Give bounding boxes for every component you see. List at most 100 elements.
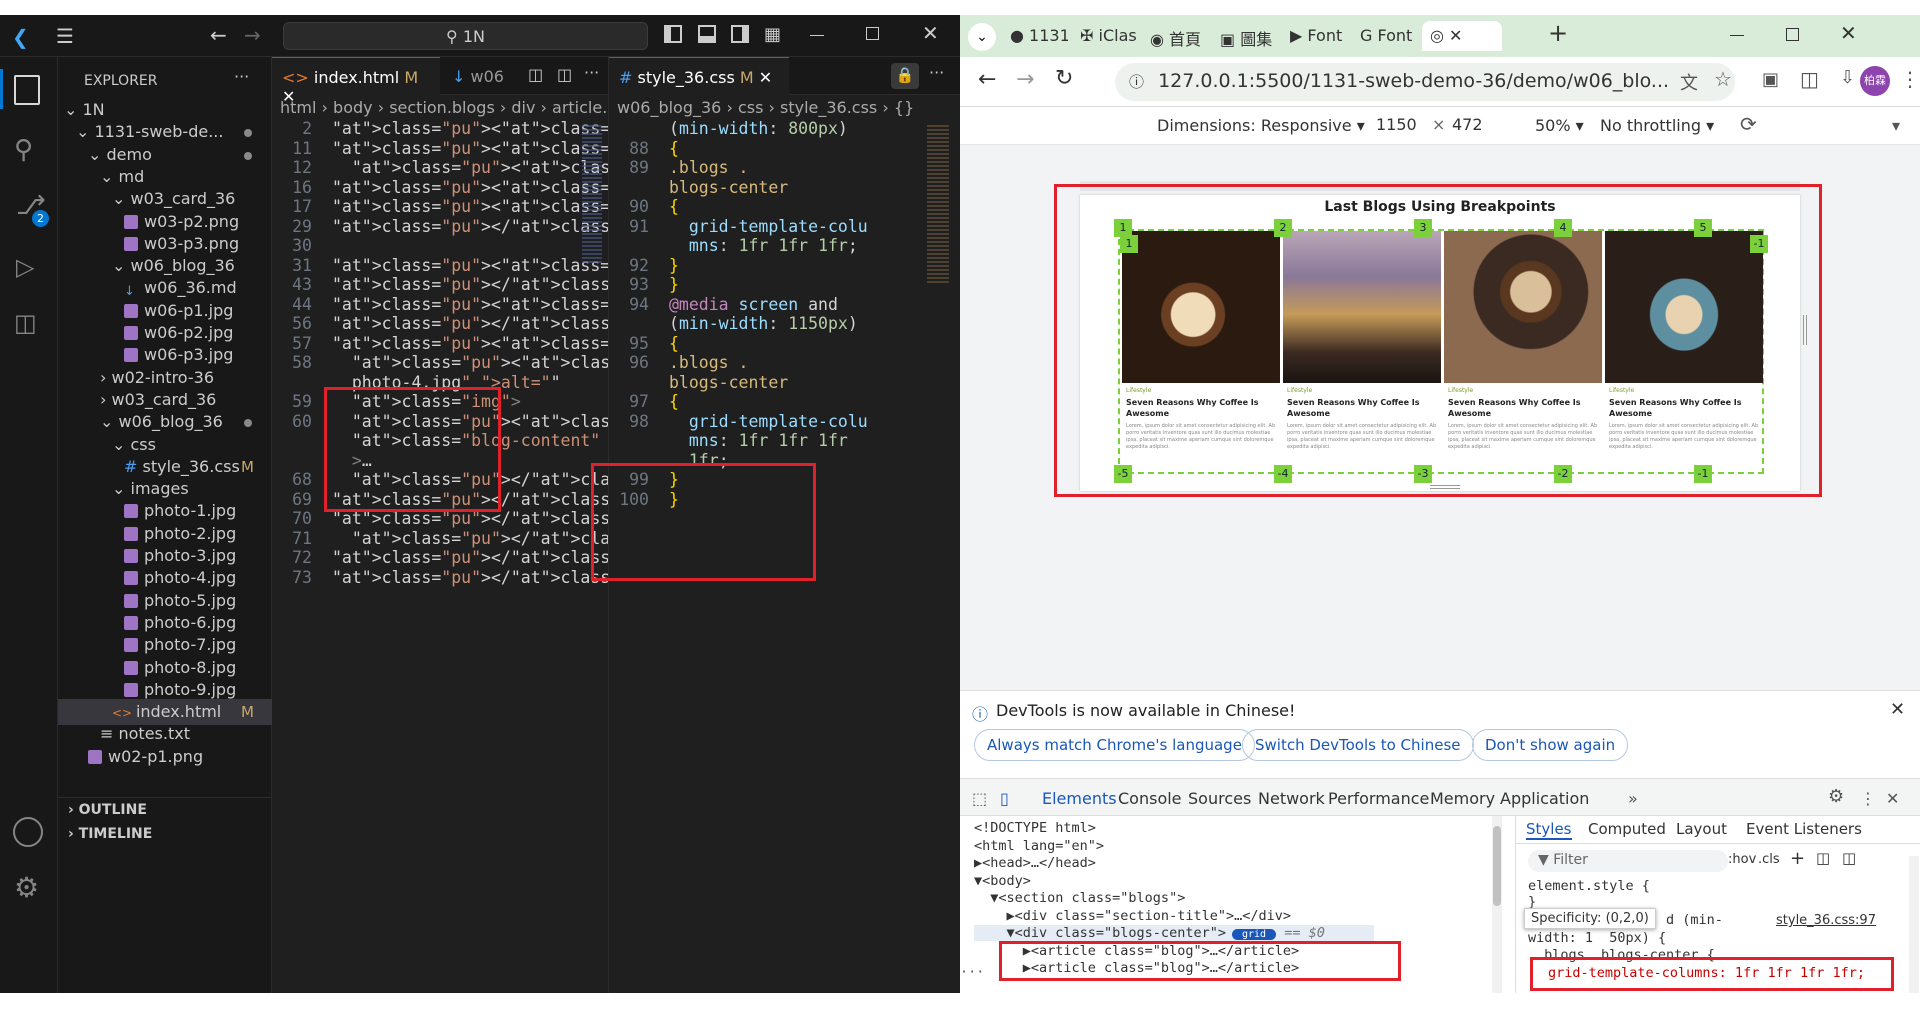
split-layout-icon[interactable]: ◫ xyxy=(557,65,572,84)
chrome-tab[interactable]: ▶ Font xyxy=(1282,21,1348,51)
chrome-tab[interactable]: ◎ ✕ xyxy=(1422,21,1502,51)
devtools-tab-network[interactable]: Network xyxy=(1258,789,1325,808)
close-notice-icon[interactable]: ✕ xyxy=(1890,699,1905,720)
width-input[interactable]: 1150 xyxy=(1372,112,1426,138)
more-options-icon[interactable]: ▾ xyxy=(1892,116,1900,135)
dom-node[interactable]: ▶<div class="section-title">…</div> xyxy=(974,908,1291,924)
breadcrumb-item[interactable]: html xyxy=(280,98,316,117)
minimap[interactable] xyxy=(582,125,602,265)
dom-node[interactable]: <html lang="en"> xyxy=(974,838,1104,854)
code-line[interactable]: mns: 1fr 1fr 1fr; xyxy=(669,236,858,255)
devtools-tab-console[interactable]: Console xyxy=(1118,789,1182,808)
extensions-icon[interactable]: ◫ xyxy=(1800,67,1819,91)
sidebar-toggle-icon[interactable]: ◫ xyxy=(1842,849,1856,867)
more-tabs-icon[interactable]: » xyxy=(1628,789,1638,808)
code-line[interactable]: } xyxy=(669,275,679,294)
cls-toggle[interactable]: .cls xyxy=(1758,852,1780,867)
devtools-tab-application[interactable]: Application xyxy=(1500,789,1589,808)
breadcrumb-item[interactable]: body xyxy=(333,98,373,117)
toggle-panel-icon[interactable] xyxy=(698,25,716,43)
breadcrumb-item[interactable]: article.blog xyxy=(552,98,608,117)
dom-node[interactable]: ▼<div class="blogs-center"> grid == $0 xyxy=(974,925,1374,941)
new-tab-icon[interactable]: + xyxy=(1548,19,1568,47)
close-icon[interactable]: ✕ xyxy=(922,21,939,45)
tree-item[interactable]: w02-p1.png xyxy=(58,744,272,770)
source-link[interactable]: style_36.css:97 xyxy=(1776,913,1876,928)
downloads-icon[interactable]: ⇩ xyxy=(1840,67,1855,88)
close-tab-icon[interactable]: ✕ xyxy=(759,68,772,87)
profile-avatar[interactable]: 柏霖 xyxy=(1860,66,1890,96)
add-rule-icon[interactable]: + xyxy=(1790,848,1805,869)
breadcrumb-item[interactable]: div xyxy=(511,98,535,117)
back-arrow-icon[interactable]: ← xyxy=(210,23,227,47)
code-line[interactable]: { xyxy=(669,139,679,158)
site-info-icon[interactable]: ⓘ xyxy=(1129,73,1144,91)
code-line[interactable]: grid-template-colu xyxy=(669,412,868,431)
code-line[interactable]: { xyxy=(669,334,679,353)
code-area-html[interactable]: 2"at">class="pu"><"at">class="tg">html "… xyxy=(272,119,918,993)
code-line[interactable]: (min-width: 1150px) xyxy=(669,314,858,333)
reload-icon[interactable]: ↻ xyxy=(1055,66,1073,91)
lens-icon[interactable]: ▣ xyxy=(1762,69,1779,90)
code-line[interactable]: mns: 1fr 1fr 1fr xyxy=(669,431,848,450)
tab-style-css[interactable]: # style_36.css M ✕ xyxy=(609,57,789,95)
chrome-tab[interactable]: ✠ iClas xyxy=(1072,21,1138,51)
close-window-icon[interactable]: ✕ xyxy=(1840,21,1857,45)
styles-tab-computed[interactable]: Computed xyxy=(1588,820,1666,838)
menu-kebab-icon[interactable]: ⋮ xyxy=(1900,67,1920,91)
chrome-tab[interactable]: ● 1131 xyxy=(1002,21,1068,51)
code-line[interactable]: blogs-center xyxy=(669,373,788,392)
devtools-menu-icon[interactable]: ⋮ xyxy=(1860,789,1876,808)
tab-w06[interactable]: ↓ w06 xyxy=(442,57,522,95)
settings-gear-icon[interactable]: ⚙ xyxy=(1828,786,1844,807)
extensions-icon[interactable]: ◫ xyxy=(14,309,37,337)
tab-index-html[interactable]: <> index.html M ✕ xyxy=(272,57,440,106)
dont-show-button[interactable]: Don't show again xyxy=(1472,729,1629,761)
more-actions-icon[interactable]: ··· xyxy=(234,67,249,86)
devtools-tab-sources[interactable]: Sources xyxy=(1188,789,1251,808)
scrollbar-thumb[interactable] xyxy=(1493,826,1501,906)
code-line[interactable]: .blogs . xyxy=(669,158,748,177)
code-line[interactable]: @media screen and xyxy=(669,295,838,314)
styles-filter-input[interactable]: ▼ Filter xyxy=(1528,850,1728,872)
chrome-tab[interactable]: ▣ 圖集 xyxy=(1212,21,1278,51)
throttle-select[interactable]: No throttling ▾ xyxy=(1600,116,1714,135)
account-icon[interactable] xyxy=(13,817,43,847)
scrollbar[interactable] xyxy=(1909,856,1919,993)
maximize-icon[interactable] xyxy=(866,27,879,40)
styles-tab-layout[interactable]: Layout xyxy=(1676,820,1727,838)
more-actions-icon[interactable]: ··· xyxy=(929,63,944,82)
search-icon[interactable]: ⚲ xyxy=(14,135,33,165)
breadcrumb-item[interactable]: {} xyxy=(894,98,914,117)
styles-tab-styles[interactable]: Styles xyxy=(1526,820,1572,840)
code-line[interactable]: } xyxy=(669,256,679,275)
device-toggle-icon[interactable]: ▯ xyxy=(1000,789,1009,808)
breadcrumb-item[interactable]: w06_blog_36 xyxy=(617,98,721,117)
tab-search-icon[interactable]: ⌄ xyxy=(968,23,996,51)
minimize-icon[interactable] xyxy=(1730,35,1744,36)
dom-node[interactable]: <!DOCTYPE html> xyxy=(974,820,1096,836)
rotate-icon[interactable]: ⟳ xyxy=(1740,112,1757,136)
code-line[interactable]: { xyxy=(669,392,679,411)
bookmark-star-icon[interactable]: ☆ xyxy=(1714,67,1732,91)
grid-badge[interactable]: grid xyxy=(1231,929,1277,940)
code-line[interactable]: blogs-center xyxy=(669,178,788,197)
inspect-icon[interactable]: ⬚ xyxy=(972,789,987,808)
minimize-icon[interactable] xyxy=(810,35,824,36)
settings-gear-icon[interactable]: ⚙ xyxy=(14,871,39,904)
elements-panel[interactable]: <!DOCTYPE html> <html lang="en"> ▶<head>…<… xyxy=(960,816,1503,993)
paint-icon[interactable]: ◫ xyxy=(1816,849,1830,867)
split-editor-icon[interactable]: ◫ xyxy=(528,65,543,84)
dom-node[interactable]: ▼<section class="blogs"> xyxy=(974,890,1185,906)
dimensions-select[interactable]: Dimensions: Responsive ▾ xyxy=(1157,116,1365,135)
code-line[interactable]: { xyxy=(669,197,679,216)
explorer-icon[interactable] xyxy=(14,75,40,105)
switch-chinese-button[interactable]: Switch DevTools to Chinese xyxy=(1242,729,1474,761)
menu-icon[interactable]: ☰ xyxy=(56,24,74,48)
more-actions-icon[interactable]: ··· xyxy=(584,63,599,82)
dom-node[interactable]: ▼<body> xyxy=(974,873,1031,889)
maximize-icon[interactable] xyxy=(1786,28,1799,41)
toggle-secondary-sidebar-icon[interactable] xyxy=(731,25,749,43)
timeline-section[interactable]: › TIMELINE xyxy=(68,826,152,842)
devtools-tab-elements[interactable]: Elements xyxy=(1042,789,1117,818)
